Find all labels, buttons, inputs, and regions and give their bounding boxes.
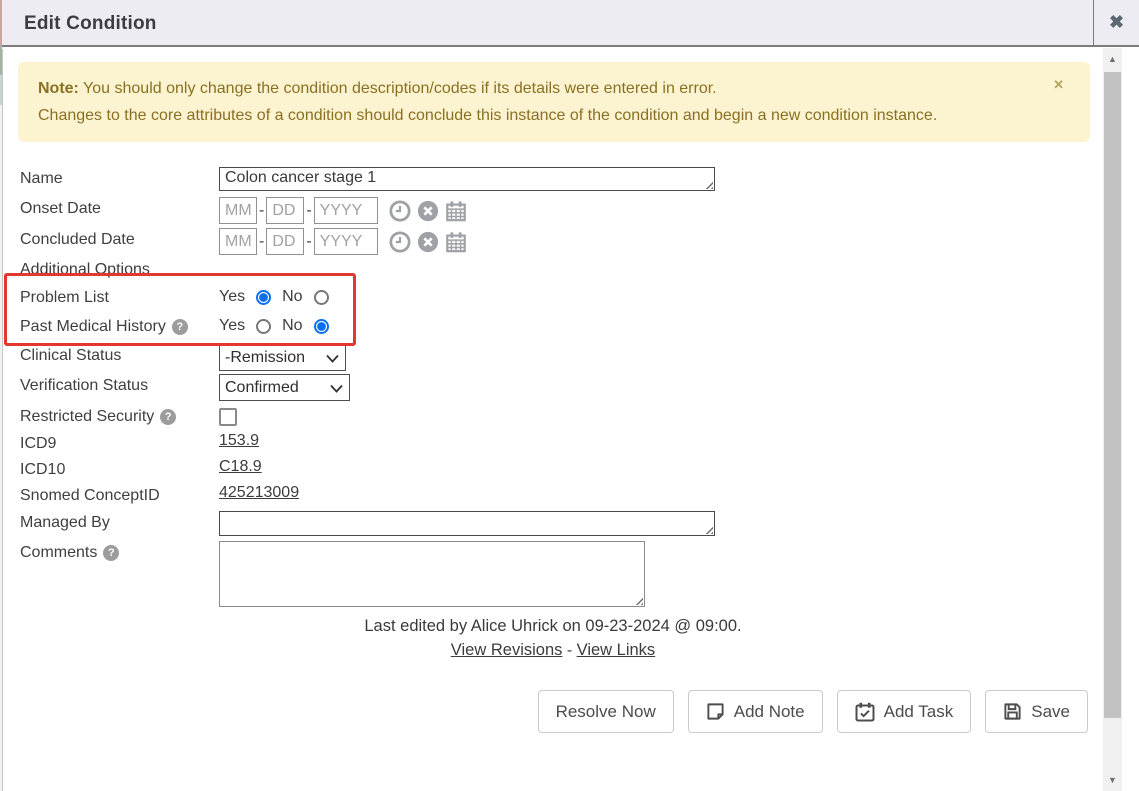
- onset-date-row: Onset Date - -: [3, 197, 1103, 224]
- snomed-concept-link[interactable]: 425213009: [219, 484, 299, 502]
- calendar-icon[interactable]: [445, 200, 467, 222]
- no-option-label: No: [282, 317, 302, 335]
- onset-day-input[interactable]: [266, 197, 304, 224]
- additional-options-link[interactable]: Additional Options: [20, 261, 150, 279]
- date-separator: -: [259, 202, 264, 220]
- clinical-status-label: Clinical Status: [20, 344, 219, 365]
- calendar-check-icon: [855, 702, 875, 722]
- icd10-label: ICD10: [20, 458, 219, 479]
- clear-date-icon[interactable]: [417, 200, 439, 222]
- clinical-status-row: Clinical Status -Remission: [3, 344, 1103, 371]
- date-separator: -: [306, 233, 311, 251]
- scroll-up-button[interactable]: ▲: [1103, 54, 1122, 64]
- snomed-row: Snomed ConceptID 425213009: [3, 484, 1103, 505]
- managed-by-field[interactable]: [219, 511, 715, 536]
- past-medical-history-label: Past Medical History: [20, 318, 166, 336]
- no-option-label: No: [282, 288, 302, 306]
- concluded-day-input[interactable]: [266, 228, 304, 255]
- add-task-label: Add Task: [884, 702, 954, 722]
- concluded-year-input[interactable]: [314, 228, 378, 255]
- problem-list-yes-radio[interactable]: [256, 290, 271, 305]
- note-banner: Note: You should only change the conditi…: [18, 62, 1090, 142]
- snomed-label: Snomed ConceptID: [20, 484, 219, 505]
- past-medical-history-no-radio[interactable]: [314, 319, 329, 334]
- view-links-link[interactable]: View Links: [577, 641, 656, 659]
- icd9-label: ICD9: [20, 432, 219, 453]
- problem-list-label: Problem List: [20, 286, 219, 307]
- link-separator: -: [567, 642, 572, 659]
- help-icon[interactable]: ?: [103, 545, 119, 561]
- scroll-down-button[interactable]: ▼: [1103, 775, 1122, 785]
- date-separator: -: [259, 233, 264, 251]
- vertical-scrollbar[interactable]: ▲ ▼: [1103, 48, 1122, 791]
- clinical-status-select[interactable]: -Remission: [219, 344, 346, 371]
- problem-list-row: Problem List Yes No: [3, 286, 1103, 307]
- comments-field[interactable]: [219, 541, 645, 607]
- clear-date-icon[interactable]: [417, 231, 439, 253]
- close-icon: ✖: [1109, 12, 1124, 33]
- yes-option-label: Yes: [219, 317, 245, 335]
- dialog-button-bar: Resolve Now Add Note Add Task Save: [3, 690, 1103, 733]
- footer-links: View Revisions - View Links: [3, 641, 1103, 660]
- view-revisions-link[interactable]: View Revisions: [451, 641, 563, 659]
- onset-month-input[interactable]: [219, 197, 257, 224]
- annotated-section: Problem List Yes No Past Medical History…: [3, 286, 1103, 336]
- dialog-body: Note: You should only change the conditi…: [2, 49, 1103, 791]
- resolve-now-button[interactable]: Resolve Now: [538, 690, 674, 733]
- last-edited-text: Last edited by Alice Uhrick on 09-23-202…: [3, 617, 1103, 636]
- icd10-row: ICD10 C18.9: [3, 458, 1103, 479]
- note-text-1: You should only change the condition des…: [83, 80, 717, 97]
- note-dismiss-button[interactable]: ✕: [1053, 78, 1064, 91]
- managed-by-label: Managed By: [20, 511, 219, 532]
- name-row: Name: [3, 167, 1103, 191]
- clock-icon[interactable]: [389, 231, 411, 253]
- help-icon[interactable]: ?: [160, 409, 176, 425]
- close-icon: ✕: [1053, 77, 1064, 92]
- note-label: Note:: [38, 80, 79, 97]
- help-icon[interactable]: ?: [172, 319, 188, 335]
- scrollbar-thumb[interactable]: [1104, 72, 1121, 718]
- resolve-now-label: Resolve Now: [556, 702, 656, 722]
- onset-date-label: Onset Date: [20, 197, 219, 218]
- concluded-date-label: Concluded Date: [20, 228, 219, 249]
- save-label: Save: [1031, 702, 1070, 722]
- condition-form: Name Onset Date - -: [3, 167, 1103, 733]
- problem-list-no-radio[interactable]: [314, 290, 329, 305]
- note-icon: [706, 702, 725, 721]
- save-button[interactable]: Save: [985, 690, 1088, 733]
- past-medical-history-yes-radio[interactable]: [256, 319, 271, 334]
- edit-condition-dialog: Edit Condition ✖ Note: You should only c…: [0, 0, 1139, 791]
- name-label: Name: [20, 167, 219, 188]
- onset-year-input[interactable]: [314, 197, 378, 224]
- icd10-link[interactable]: C18.9: [219, 458, 262, 476]
- add-note-label: Add Note: [734, 702, 805, 722]
- calendar-icon[interactable]: [445, 231, 467, 253]
- name-field[interactable]: [219, 167, 715, 191]
- date-separator: -: [306, 202, 311, 220]
- dialog-close-button[interactable]: ✖: [1093, 0, 1139, 45]
- verification-status-row: Verification Status Confirmed: [3, 374, 1103, 401]
- comments-row: Comments ?: [3, 541, 1103, 607]
- save-icon: [1003, 702, 1022, 721]
- icd9-row: ICD9 153.9: [3, 432, 1103, 453]
- verification-status-label: Verification Status: [20, 374, 219, 395]
- concluded-month-input[interactable]: [219, 228, 257, 255]
- restricted-security-row: Restricted Security ?: [3, 405, 1103, 426]
- page-title: Edit Condition: [2, 0, 1093, 45]
- add-task-button[interactable]: Add Task: [837, 690, 972, 733]
- add-note-button[interactable]: Add Note: [688, 690, 823, 733]
- concluded-date-row: Concluded Date - -: [3, 228, 1103, 255]
- icd9-link[interactable]: 153.9: [219, 432, 259, 450]
- managed-by-row: Managed By: [3, 511, 1103, 536]
- additional-options-row: Additional Options: [3, 261, 1103, 279]
- restricted-security-checkbox[interactable]: [219, 408, 237, 426]
- restricted-security-label: Restricted Security: [20, 408, 154, 426]
- note-text-2: Changes to the core attributes of a cond…: [38, 107, 937, 124]
- past-medical-history-row: Past Medical History ? Yes No: [3, 315, 1103, 336]
- clock-icon[interactable]: [389, 200, 411, 222]
- dialog-titlebar: Edit Condition ✖: [2, 0, 1139, 47]
- comments-label: Comments: [20, 544, 97, 562]
- yes-option-label: Yes: [219, 288, 245, 306]
- verification-status-select[interactable]: Confirmed: [219, 374, 350, 401]
